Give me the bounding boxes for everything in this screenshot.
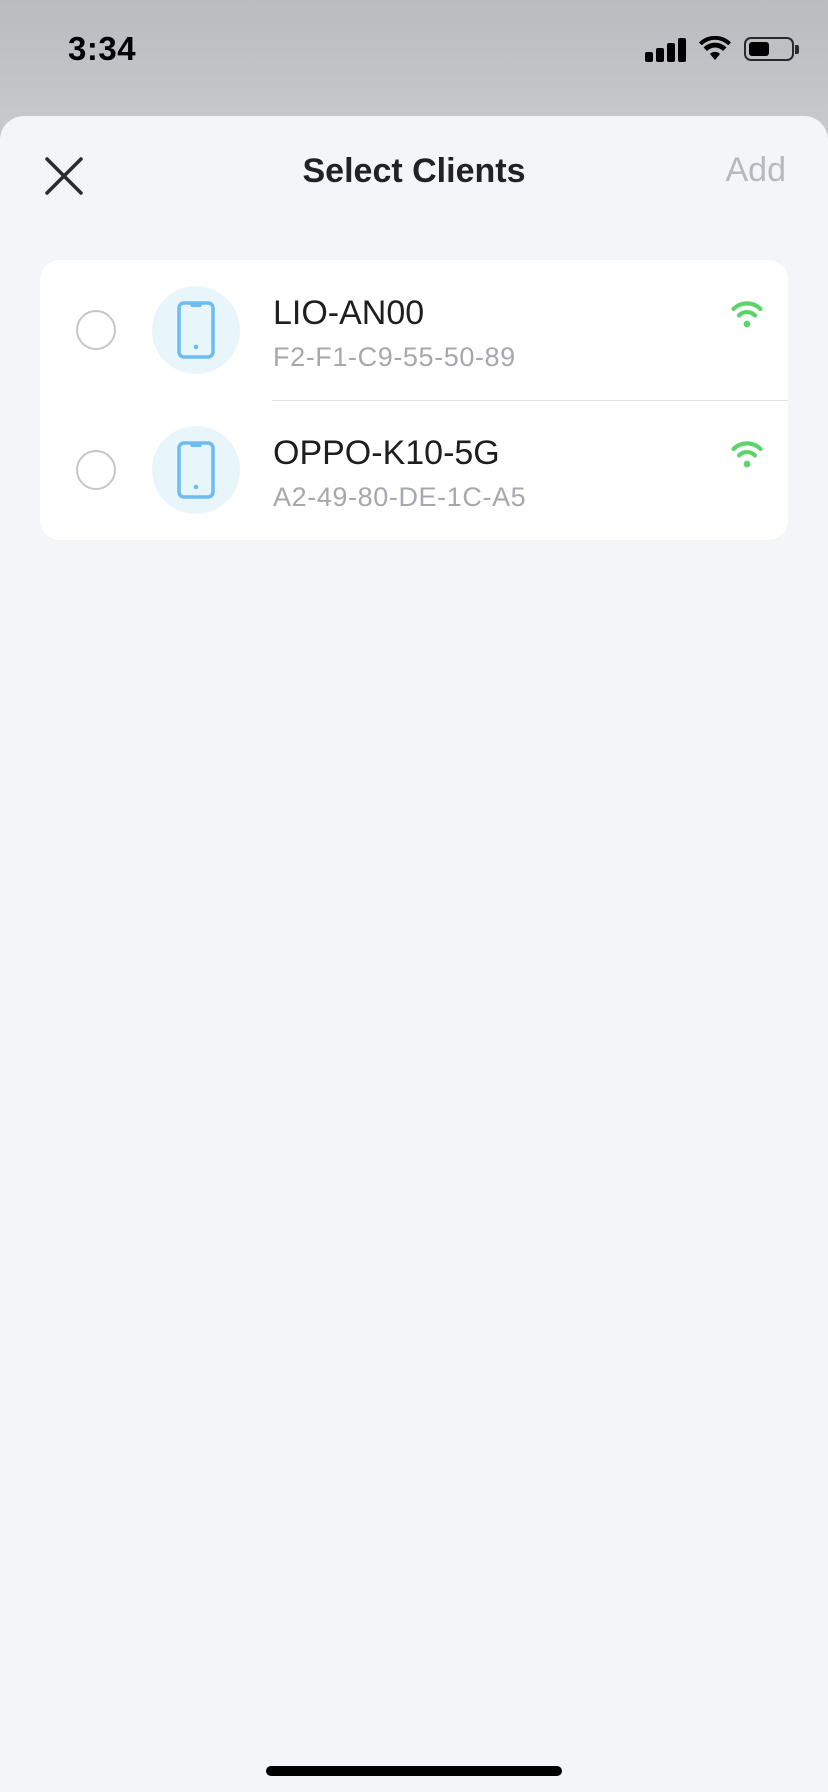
device-avatar	[152, 426, 240, 514]
client-name: OPPO-K10-5G	[273, 434, 500, 472]
select-clients-sheet: Select Clients Add LIO-AN00 F2-F1-C9-55-…	[0, 116, 828, 1792]
status-time: 3:34	[68, 30, 137, 67]
client-row[interactable]: LIO-AN00 F2-F1-C9-55-50-89	[40, 260, 788, 401]
client-select-radio[interactable]	[76, 310, 116, 350]
wifi-connection-icon	[731, 301, 763, 328]
status-icons	[645, 36, 799, 62]
page-title: Select Clients	[302, 152, 526, 190]
client-row[interactable]: OPPO-K10-5G A2-49-80-DE-1C-A5	[40, 400, 788, 540]
status-bar: 3:34	[0, 0, 828, 116]
battery-icon	[744, 37, 799, 61]
wifi-connection-icon	[731, 441, 763, 468]
client-list: LIO-AN00 F2-F1-C9-55-50-89 OPPO-K10-5G A…	[40, 260, 788, 540]
add-button[interactable]: Add	[726, 151, 787, 190]
screen: 3:34 Select Clients Add LIO-AN00 F2-F1-C…	[0, 0, 828, 1792]
wifi-status-icon	[699, 36, 731, 60]
phone-icon	[177, 301, 215, 359]
client-name: LIO-AN00	[273, 294, 425, 332]
client-select-radio[interactable]	[76, 450, 116, 490]
home-indicator[interactable]	[266, 1766, 562, 1776]
cellular-signal-icon	[645, 36, 686, 62]
client-mac: F2-F1-C9-55-50-89	[273, 342, 516, 372]
client-mac: A2-49-80-DE-1C-A5	[273, 482, 527, 512]
device-avatar	[152, 286, 240, 374]
phone-icon	[177, 441, 215, 499]
sheet-header: Select Clients Add	[0, 116, 828, 228]
